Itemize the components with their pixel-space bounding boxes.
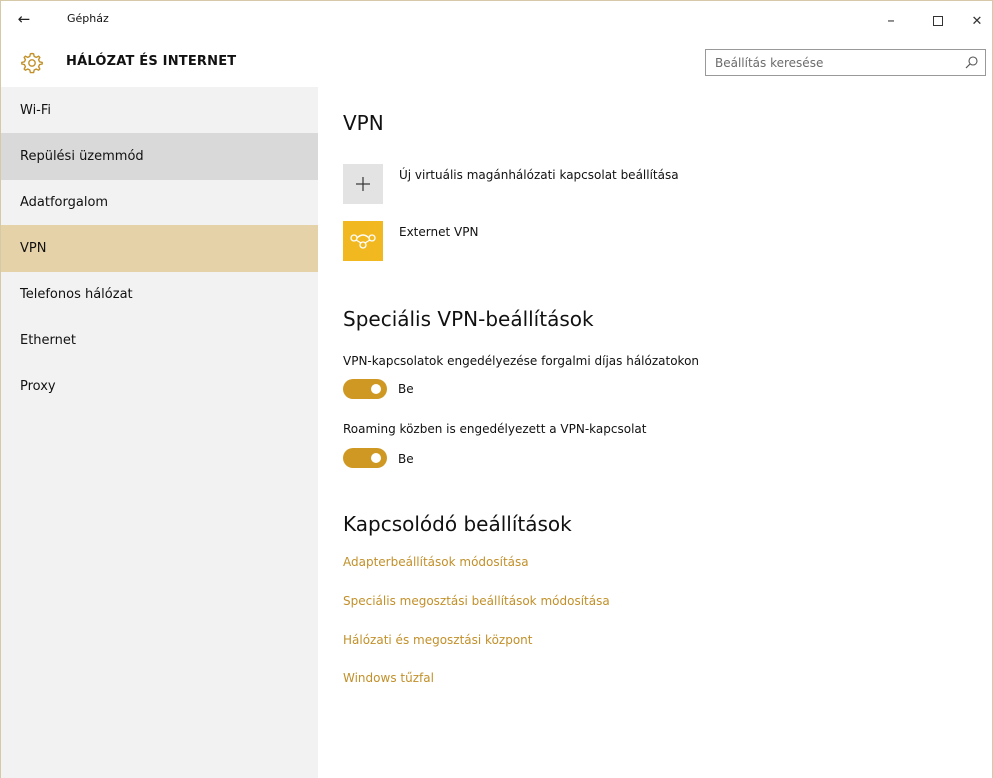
vpn-connection-name[interactable]: Externet VPN: [399, 225, 478, 239]
minimize-button[interactable]: –: [873, 5, 909, 35]
search-box[interactable]: [705, 49, 986, 76]
related-settings-heading: Kapcsolódó beállítások: [343, 512, 572, 536]
window-title: Gépház: [67, 12, 109, 25]
metered-network-toggle[interactable]: [343, 379, 387, 399]
sidebar-item-ethernet[interactable]: Ethernet: [1, 317, 318, 364]
add-vpn-label[interactable]: Új virtuális magánhálózati kapcsolat beá…: [399, 168, 679, 182]
search-input[interactable]: [706, 50, 956, 75]
advanced-vpn-heading: Speciális VPN-beállítások: [343, 307, 594, 331]
maximize-icon: [933, 15, 943, 26]
link-advanced-sharing-settings[interactable]: Speciális megosztási beállítások módosít…: [343, 594, 610, 608]
toggle-knob: [371, 453, 381, 463]
metered-network-toggle-state: Be: [398, 382, 414, 396]
back-button[interactable]: ←: [11, 8, 37, 32]
minimize-icon: –: [887, 11, 895, 29]
page-header: HÁLÓZAT ÉS INTERNET: [1, 39, 992, 87]
link-network-sharing-center[interactable]: Hálózati és megosztási központ: [343, 633, 532, 647]
metered-network-option-label: VPN-kapcsolatok engedélyezése forgalmi d…: [343, 354, 700, 368]
sidebar-item-data-usage[interactable]: Adatforgalom: [1, 179, 318, 226]
link-adapter-settings[interactable]: Adapterbeállítások módosítása: [343, 555, 529, 569]
gear-icon: [21, 52, 43, 74]
plus-icon: [356, 177, 370, 191]
toggle-knob: [371, 384, 381, 394]
add-vpn-button[interactable]: [343, 164, 383, 204]
sidebar-item-wifi[interactable]: Wi-Fi: [1, 87, 318, 134]
sidebar-item-proxy[interactable]: Proxy: [1, 363, 318, 410]
close-icon: ✕: [971, 14, 983, 29]
close-button[interactable]: ✕: [959, 5, 993, 35]
vpn-heading: VPN: [343, 111, 384, 135]
title-bar: ← Gépház – ✕: [1, 1, 992, 39]
sidebar-item-dial-up[interactable]: Telefonos hálózat: [1, 271, 318, 318]
roaming-toggle[interactable]: [343, 448, 387, 468]
sidebar: Wi-Fi Repülési üzemmód Adatforgalom VPN …: [1, 87, 318, 778]
page-title: HÁLÓZAT ÉS INTERNET: [66, 54, 237, 69]
sidebar-item-vpn[interactable]: VPN: [1, 225, 318, 272]
search-icon[interactable]: [964, 55, 979, 70]
maximize-button[interactable]: [920, 5, 956, 35]
back-arrow-icon: ←: [17, 10, 31, 28]
vpn-connection-tile[interactable]: [343, 221, 383, 261]
link-windows-firewall[interactable]: Windows tűzfal: [343, 671, 434, 685]
sidebar-item-airplane-mode[interactable]: Repülési üzemmód: [1, 133, 318, 180]
roaming-toggle-state: Be: [398, 452, 414, 466]
roaming-option-label: Roaming közben is engedélyezett a VPN-ka…: [343, 422, 647, 436]
main-content: VPN Új virtuális magánhálózati kapcsolat…: [318, 87, 992, 778]
vpn-connection-icon: [350, 234, 376, 249]
